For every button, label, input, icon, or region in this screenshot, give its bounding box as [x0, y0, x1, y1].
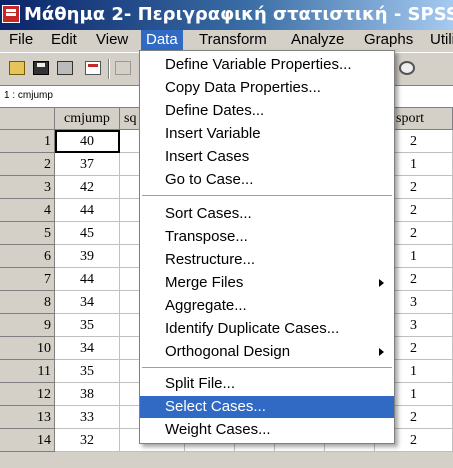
- grid-cell-cmjump[interactable]: 37: [55, 153, 120, 176]
- menu-analyze[interactable]: Analyze: [286, 30, 349, 50]
- menu-item-select-cases[interactable]: Select Cases...: [140, 396, 394, 418]
- menu-item-restructure[interactable]: Restructure...: [140, 249, 394, 271]
- cell-reference: 1 : cmjump: [4, 90, 53, 101]
- menu-bar: File Edit View Data Transform Analyze Gr…: [0, 30, 453, 50]
- merge-files-label: Merge Files: [165, 274, 244, 291]
- row-header[interactable]: 9: [0, 314, 55, 337]
- grid-cell-cmjump[interactable]: 33: [55, 406, 120, 429]
- orthogonal-design-label: Orthogonal Design: [165, 343, 291, 360]
- spss-app-icon: [2, 5, 20, 23]
- menu-separator: [142, 367, 392, 368]
- column-header-cmjump[interactable]: cmjump: [55, 108, 120, 130]
- menu-item-define-dates[interactable]: Define Dates...: [140, 100, 394, 122]
- menu-item-transpose[interactable]: Transpose...: [140, 226, 394, 248]
- menu-view[interactable]: View: [91, 30, 133, 50]
- title-bar: Μάθημα 2- Περιγραφική στατιστική - SPSS …: [0, 0, 453, 30]
- menu-item-insert-variable[interactable]: Insert Variable: [140, 123, 394, 145]
- grid-cell-cmjump[interactable]: 38: [55, 383, 120, 406]
- cd-icon[interactable]: [396, 58, 418, 80]
- print-icon[interactable]: [54, 58, 76, 80]
- grid-cell-cmjump[interactable]: 35: [55, 360, 120, 383]
- menu-utilities[interactable]: Utilities: [425, 30, 453, 50]
- grid-cell-cmjump[interactable]: 35: [55, 314, 120, 337]
- menu-item-weight-cases[interactable]: Weight Cases...: [140, 419, 394, 441]
- submenu-arrow-icon: [379, 279, 384, 287]
- grid-cell-cmjump[interactable]: 34: [55, 337, 120, 360]
- row-header[interactable]: 4: [0, 199, 55, 222]
- grid-cell-cmjump[interactable]: 34: [55, 291, 120, 314]
- menu-data[interactable]: Data: [141, 30, 183, 50]
- menu-edit[interactable]: Edit: [46, 30, 82, 50]
- open-icon[interactable]: [6, 58, 28, 80]
- menu-item-copy-data-properties[interactable]: Copy Data Properties...: [140, 77, 394, 99]
- grid-cell-cmjump[interactable]: 44: [55, 268, 120, 291]
- grid-cell-cmjump[interactable]: 32: [55, 429, 120, 452]
- undo-icon[interactable]: [112, 58, 134, 80]
- toolbar-separator: [108, 59, 110, 79]
- menu-transform[interactable]: Transform: [194, 30, 272, 50]
- submenu-arrow-icon: [379, 348, 384, 356]
- row-header[interactable]: 3: [0, 176, 55, 199]
- menu-item-orthogonal-design[interactable]: Orthogonal Design: [140, 341, 394, 363]
- grid-cell-cmjump[interactable]: 45: [55, 222, 120, 245]
- menu-file[interactable]: File: [4, 30, 38, 50]
- dialog-recall-icon[interactable]: [82, 58, 104, 80]
- row-header[interactable]: 6: [0, 245, 55, 268]
- menu-item-go-to-case[interactable]: Go to Case...: [140, 169, 394, 191]
- row-header[interactable]: 11: [0, 360, 55, 383]
- grid-cell-cmjump[interactable]: 39: [55, 245, 120, 268]
- grid-cell-cmjump[interactable]: 40: [55, 130, 120, 153]
- row-header[interactable]: 5: [0, 222, 55, 245]
- menu-item-define-variable-properties[interactable]: Define Variable Properties...: [140, 54, 394, 76]
- save-icon[interactable]: [30, 58, 52, 80]
- menu-item-merge-files[interactable]: Merge Files: [140, 272, 394, 294]
- menu-item-aggregate[interactable]: Aggregate...: [140, 295, 394, 317]
- row-header[interactable]: 13: [0, 406, 55, 429]
- menu-item-identify-duplicate-cases[interactable]: Identify Duplicate Cases...: [140, 318, 394, 340]
- row-header[interactable]: 7: [0, 268, 55, 291]
- menu-item-insert-cases[interactable]: Insert Cases: [140, 146, 394, 168]
- menu-item-split-file[interactable]: Split File...: [140, 373, 394, 395]
- row-header[interactable]: 12: [0, 383, 55, 406]
- row-header[interactable]: 2: [0, 153, 55, 176]
- window-title: Μάθημα 2- Περιγραφική στατιστική - SPSS …: [24, 4, 453, 25]
- row-header[interactable]: 8: [0, 291, 55, 314]
- corner-cell[interactable]: [0, 108, 55, 130]
- menu-item-sort-cases[interactable]: Sort Cases...: [140, 203, 394, 225]
- row-header[interactable]: 1: [0, 130, 55, 153]
- data-menu-dropdown: Define Variable Properties... Copy Data …: [139, 50, 395, 444]
- menu-graphs[interactable]: Graphs: [359, 30, 418, 50]
- grid-cell-cmjump[interactable]: 44: [55, 199, 120, 222]
- row-header[interactable]: 10: [0, 337, 55, 360]
- menu-separator: [142, 195, 392, 196]
- row-header[interactable]: 14: [0, 429, 55, 452]
- grid-cell-cmjump[interactable]: 42: [55, 176, 120, 199]
